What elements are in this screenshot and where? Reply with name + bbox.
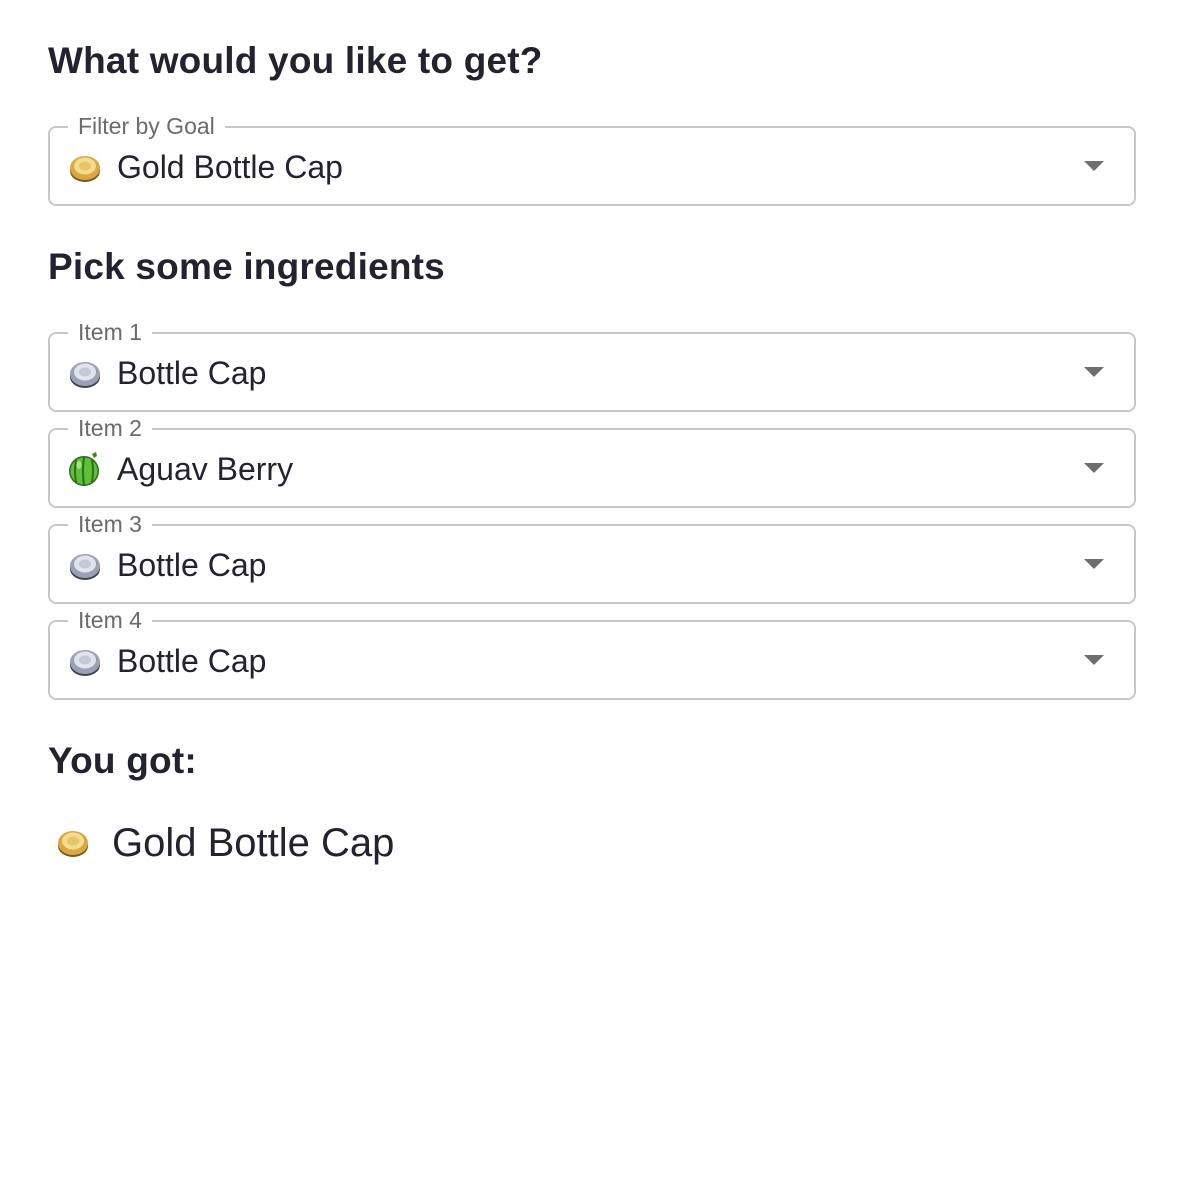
goal-heading: What would you like to get? [48,40,543,81]
ingredients-heading: Pick some ingredients [48,246,445,287]
bottle-cap-icon [70,554,100,580]
chevron-down-icon[interactable] [1084,463,1104,473]
result-heading: You got: [48,740,197,781]
goal-filter-select[interactable]: Filter by Goal Gold Bottle Cap [48,111,1136,206]
goal-filter-value: Gold Bottle Cap [117,149,343,185]
item-3-select[interactable]: Item 3 Bottle Cap [48,509,1136,604]
item-4-value: Bottle Cap [117,643,267,679]
item-3-value: Bottle Cap [117,547,267,583]
chevron-down-icon[interactable] [1084,161,1104,171]
bottle-cap-icon [70,650,100,676]
item-2-value: Aguav Berry [117,451,294,487]
gold-bottle-cap-icon [70,156,100,182]
item-1-value: Bottle Cap [117,355,267,391]
chevron-down-icon[interactable] [1084,655,1104,665]
chevron-down-icon[interactable] [1084,367,1104,377]
item-1-select[interactable]: Item 1 Bottle Cap [48,317,1136,412]
gold-bottle-cap-icon [58,831,88,857]
result-label: Gold Bottle Cap [112,821,395,865]
aguav-berry-icon [69,452,99,486]
item-4-select[interactable]: Item 4 Bottle Cap [48,605,1136,700]
item-2-select[interactable]: Item 2 Aguav Berry [48,413,1136,508]
bottle-cap-icon [70,362,100,388]
chevron-down-icon[interactable] [1084,559,1104,569]
